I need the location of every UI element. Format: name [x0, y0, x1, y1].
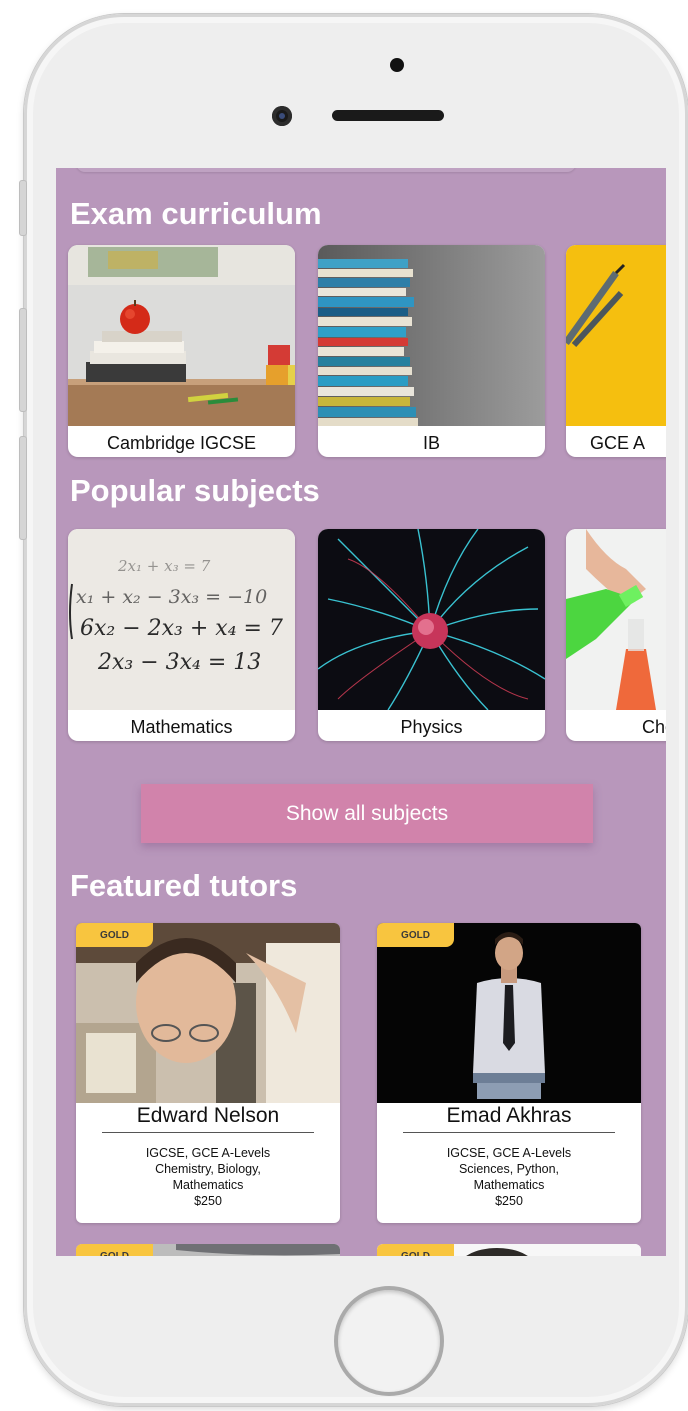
divider — [102, 1132, 314, 1133]
curriculum-label: Cambridge IGCSE — [106, 433, 257, 453]
subject-image-equations: 2x₁ + x₃ = 7 x₁ + x₂ − 3x₃ = −10 6x₂ − 2… — [68, 529, 295, 710]
tutor-details: IGCSE, GCE A-Levels Chemistry, Biology, … — [86, 1145, 330, 1209]
tutor-subjects-line-1: Chemistry, Biology, — [155, 1162, 261, 1176]
section-title-exam-curriculum: Exam curriculum — [70, 196, 322, 231]
front-camera-icon — [272, 106, 292, 126]
tutor-card-peek[interactable]: GOLD — [377, 1244, 641, 1256]
tutor-photo: GOLD — [76, 923, 340, 1103]
subject-label: Mathematics — [130, 717, 233, 737]
tier-badge: GOLD — [76, 923, 153, 947]
curriculum-card-ib[interactable]: IB — [318, 245, 545, 457]
volume-up-button — [19, 308, 27, 412]
curriculum-image-book-stack — [318, 245, 545, 426]
tier-badge: GOLD — [377, 923, 454, 947]
home-button[interactable] — [334, 1286, 444, 1396]
subject-label: Physics — [400, 717, 463, 737]
section-title-popular-subjects: Popular subjects — [70, 473, 320, 508]
search-bar[interactable] — [76, 168, 576, 172]
tier-badge: GOLD — [377, 1244, 454, 1256]
curriculum-label: IB — [422, 433, 440, 453]
curriculum-label: GCE A — [590, 433, 646, 453]
svg-text:x₁ + x₂ − 3x₃ = −10: x₁ + x₂ − 3x₃ = −10 — [76, 586, 267, 608]
volume-down-button — [19, 436, 27, 540]
tutor-curricula: IGCSE, GCE A-Levels — [446, 1146, 572, 1160]
subject-image-lab-flasks — [566, 529, 666, 710]
tutor-card-edward-nelson[interactable]: GOLD Edward Nelson IGCSE, GCE A-Levels C… — [76, 923, 340, 1223]
svg-text:6x₂ − 2x₃ + x₄ = 7: 6x₂ − 2x₃ + x₄ = 7 — [80, 616, 283, 641]
curriculum-carousel[interactable]: Cambridge IGCSE IB GCE A — [68, 245, 666, 457]
tutor-details: IGCSE, GCE A-Levels Sciences, Python, Ma… — [387, 1145, 631, 1209]
tutor-price: $250 — [495, 1194, 523, 1208]
svg-text:2x₁ + x₃ = 7: 2x₁ + x₃ = 7 — [117, 557, 211, 575]
subjects-carousel[interactable]: 2x₁ + x₃ = 7 x₁ + x₂ − 3x₃ = −10 6x₂ − 2… — [68, 529, 666, 741]
curriculum-image-apple-books — [68, 245, 295, 426]
tutor-subjects-line-2: Mathematics — [473, 1178, 545, 1192]
divider — [403, 1132, 615, 1133]
subject-card-physics[interactable]: Physics — [318, 529, 545, 741]
app-screen: Exam curriculum Cambridge IGCSE IB GCE A… — [56, 168, 666, 1256]
tutor-photo: GOLD — [377, 923, 641, 1103]
subject-label: Che — [642, 717, 666, 737]
curriculum-card-igcse[interactable]: Cambridge IGCSE — [68, 245, 295, 457]
show-all-subjects-button[interactable]: Show all subjects — [141, 784, 593, 843]
tutor-name: Edward Nelson — [136, 1104, 280, 1127]
earpiece-speaker — [332, 110, 444, 121]
tutor-subjects-line-1: Sciences, Python, — [458, 1162, 560, 1176]
tutor-card-emad-akhras[interactable]: GOLD Emad Akhras IGCSE, GCE A-Levels Sci… — [377, 923, 641, 1223]
tutor-name: Emad Akhras — [446, 1104, 572, 1127]
tutor-price: $250 — [194, 1194, 222, 1208]
tutor-subjects-line-2: Mathematics — [172, 1178, 244, 1192]
subject-card-chemistry[interactable]: Che — [566, 529, 666, 741]
curriculum-image-pencils — [566, 245, 666, 426]
tutor-curricula: IGCSE, GCE A-Levels — [145, 1146, 271, 1160]
svg-text:2x₃ − 3x₄ = 13: 2x₃ − 3x₄ = 13 — [97, 650, 261, 675]
subject-image-plasma-ball — [318, 529, 545, 710]
mute-switch — [19, 180, 27, 236]
proximity-sensor — [390, 58, 404, 72]
tutor-card-peek[interactable]: GOLD — [76, 1244, 340, 1256]
subject-card-mathematics[interactable]: 2x₁ + x₃ = 7 x₁ + x₂ − 3x₃ = −10 6x₂ − 2… — [68, 529, 295, 741]
tier-badge: GOLD — [76, 1244, 153, 1256]
section-title-featured-tutors: Featured tutors — [70, 868, 298, 903]
curriculum-card-gce[interactable]: GCE A — [566, 245, 666, 457]
